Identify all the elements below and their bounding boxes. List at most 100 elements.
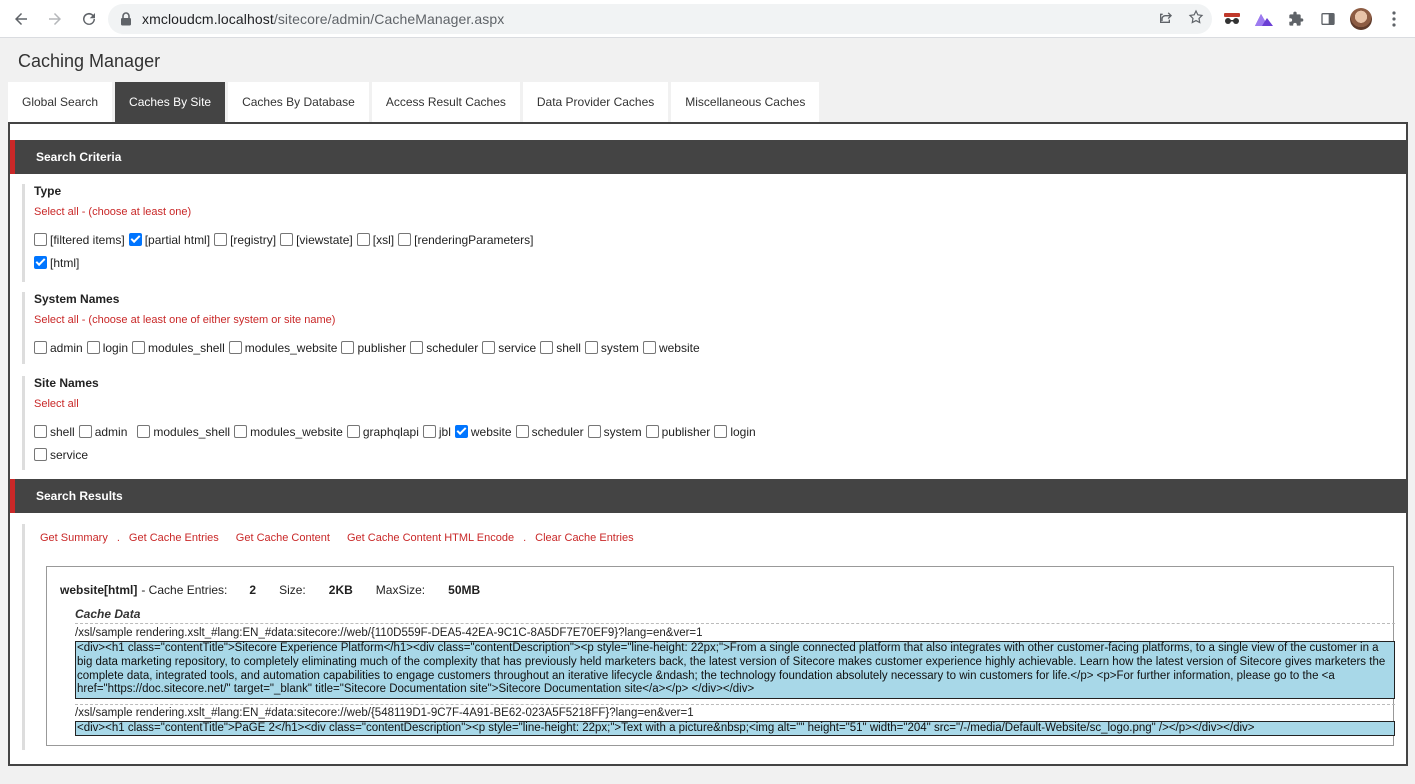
site-option-modules-website[interactable]: modules_website [234,420,343,443]
checkbox[interactable] [540,341,554,354]
tab-bar: Global Search Caches By Site Caches By D… [8,82,820,122]
site-option-publisher[interactable]: publisher [645,420,711,443]
side-panel-icon[interactable] [1318,9,1338,29]
checkbox[interactable] [34,233,47,246]
profile-avatar[interactable] [1350,8,1372,30]
site-option-graphqlapi[interactable]: graphqlapi [346,420,419,443]
checkbox[interactable] [346,425,360,438]
type-select-all-link[interactable]: Select all - (choose at least one) [34,206,1406,218]
url-text: xmcloudcm.localhost/sitecore/admin/Cache… [142,11,504,27]
system-option-scheduler[interactable]: scheduler [410,336,478,359]
checkbox[interactable] [34,425,47,438]
forward-arrow-icon[interactable] [40,4,70,34]
checkbox[interactable] [78,425,92,438]
checkbox[interactable] [714,425,728,438]
checkbox-label: publisher [661,424,711,439]
checkbox[interactable] [341,341,355,354]
site-option-login[interactable]: login [714,420,756,443]
type-option-registry[interactable]: [registry] [214,228,276,251]
checkbox-label: [viewstate] [296,232,353,247]
checkbox-label: shell [50,424,75,439]
get-cache-entries-link[interactable]: Get Cache Entries [129,532,219,544]
checkbox[interactable] [34,341,47,354]
system-option-system[interactable]: system [584,336,639,359]
system-option-admin[interactable]: admin [34,336,83,359]
lock-icon[interactable] [120,12,132,26]
site-option-shell[interactable]: shell [34,420,75,443]
type-option-filtered-items[interactable]: [filtered items] [34,228,125,251]
tab-miscellaneous-caches[interactable]: Miscellaneous Caches [671,82,820,122]
system-option-publisher[interactable]: publisher [341,336,406,359]
site-option-website[interactable]: website [454,420,512,443]
checkbox[interactable] [132,341,146,354]
type-options: [filtered items] [partial html] [registr… [34,228,574,274]
type-option-partial-html[interactable]: [partial html] [128,228,210,251]
site-option-service[interactable]: service [34,443,88,466]
cache-result-box: website[html] - Cache Entries: 2 Size: 2… [46,566,1395,746]
checkbox-label: shell [556,340,581,355]
mountain-extension-icon[interactable] [1254,9,1274,29]
checkbox-label: scheduler [426,340,479,355]
entries-value: 2 [249,583,257,597]
tab-caches-by-database[interactable]: Caches By Database [228,82,369,122]
checkbox[interactable] [398,233,412,246]
checkbox-checked[interactable] [128,233,142,246]
cache-entry-key: /xsl/sample rendering.xslt_#lang:EN_#dat… [75,707,694,719]
checkbox-checked[interactable] [34,256,47,269]
system-option-login[interactable]: login [86,336,128,359]
checkbox[interactable] [86,341,100,354]
tab-caches-by-site[interactable]: Caches By Site [115,82,226,122]
system-names-select-all-link[interactable]: Select all - (choose at least one of eit… [34,314,1406,326]
checkbox[interactable] [214,233,228,246]
checkbox[interactable] [234,425,248,438]
more-menu-icon[interactable] [1384,9,1404,29]
checkbox[interactable] [137,425,151,438]
checkbox[interactable] [280,233,294,246]
system-option-service[interactable]: service [482,336,536,359]
system-option-modules-website[interactable]: modules_website [228,336,338,359]
tab-global-search[interactable]: Global Search [8,82,113,122]
type-option-xsl[interactable]: [xsl] [356,228,394,251]
site-names-select-all-link[interactable]: Select all [34,398,1406,410]
checkbox[interactable] [515,425,529,438]
checkbox[interactable] [587,425,601,438]
back-arrow-icon[interactable] [6,4,36,34]
clear-cache-entries-link[interactable]: Clear Cache Entries [535,532,633,544]
share-icon[interactable] [1158,9,1174,30]
system-option-modules-shell[interactable]: modules_shell [132,336,225,359]
checkbox[interactable] [34,448,47,461]
checkbox-label: modules_website [244,340,338,355]
checkbox[interactable] [584,341,598,354]
tab-access-result-caches[interactable]: Access Result Caches [371,82,520,122]
puzzle-extensions-icon[interactable] [1286,9,1306,29]
site-option-scheduler[interactable]: scheduler [515,420,584,443]
get-cache-content-link[interactable]: Get Cache Content [236,532,330,544]
type-option-rendering-parameters[interactable]: [renderingParameters] [398,228,534,251]
entries-label: - Cache Entries: [141,583,228,597]
checkbox-checked[interactable] [454,425,468,438]
incognito-extension-icon[interactable] [1222,9,1242,29]
site-option-system[interactable]: system [587,420,642,443]
type-option-html[interactable]: [html] [34,251,79,274]
star-bookmark-icon[interactable] [1188,9,1204,30]
get-summary-link[interactable]: Get Summary [40,532,108,544]
reload-icon[interactable] [74,4,104,34]
search-results-area: Get Summary . Get Cache Entries Get Cach… [22,524,1406,750]
site-option-modules-shell[interactable]: modules_shell [137,420,230,443]
site-option-admin[interactable]: admin [78,420,127,443]
checkbox[interactable] [356,233,370,246]
type-option-viewstate[interactable]: [viewstate] [280,228,353,251]
get-cache-content-html-encode-link[interactable]: Get Cache Content HTML Encode [347,532,514,544]
checkbox[interactable] [645,425,659,438]
checkbox[interactable] [482,341,496,354]
checkbox[interactable] [642,341,656,354]
system-option-shell[interactable]: shell [540,336,581,359]
site-option-jbl[interactable]: jbl [422,420,451,443]
checkbox[interactable] [422,425,436,438]
checkbox[interactable] [410,341,424,354]
checkbox[interactable] [228,341,242,354]
type-title: Type [34,184,62,198]
address-bar[interactable]: xmcloudcm.localhost/sitecore/admin/Cache… [108,4,1212,34]
tab-data-provider-caches[interactable]: Data Provider Caches [522,82,669,122]
system-option-website[interactable]: website [642,336,700,359]
